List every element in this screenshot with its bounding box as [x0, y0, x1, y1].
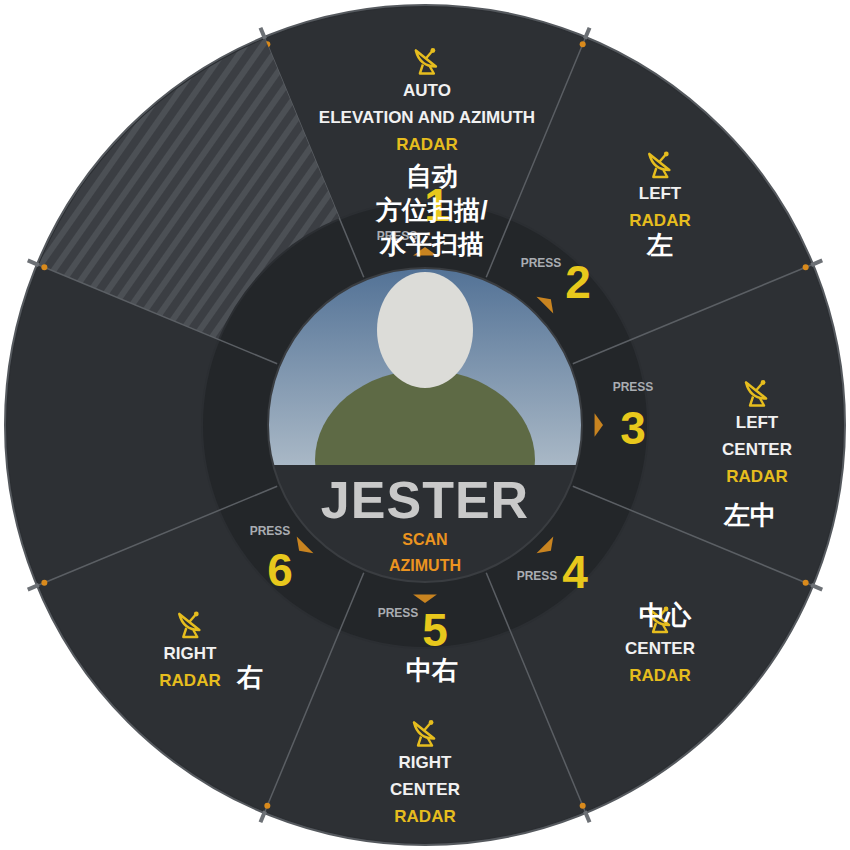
press-number: 2: [565, 259, 591, 305]
annotation-line: 右: [237, 660, 263, 694]
radar-option[interactable]: RIGHTCENTERRADAR: [390, 715, 460, 830]
mode-label: SCANAZIMUTH: [389, 527, 461, 579]
option-label: LEFT: [639, 180, 682, 207]
option-label: CENTER: [625, 635, 695, 662]
annotation-line: 方位扫描/: [376, 193, 487, 227]
option-label: RIGHT: [399, 749, 452, 776]
press-label: PRESS: [250, 522, 291, 540]
option-tag: RADAR: [394, 803, 455, 830]
annotation: 自动方位扫描/水平扫描: [376, 159, 487, 261]
option-tag: RADAR: [726, 463, 787, 490]
radar-dish-icon: [643, 146, 677, 180]
option-label: CENTER: [390, 776, 460, 803]
option-tag: RADAR: [396, 131, 457, 158]
option-label: AUTO: [403, 77, 451, 104]
radar-dish-icon: [173, 606, 207, 640]
press-label: PRESS: [378, 604, 419, 622]
annotation: 左中: [724, 498, 776, 532]
radar-option[interactable]: LEFTCENTERRADAR: [722, 375, 792, 490]
option-label: LEFT: [736, 409, 779, 436]
wheel-title: JESTER: [321, 474, 529, 526]
annotation: 右: [237, 660, 263, 694]
annotation-line: 水平扫描: [376, 227, 487, 261]
jester-wheel: AUTOELEVATION AND AZIMUTHRADAR自动方位扫描/水平扫…: [0, 0, 850, 850]
radar-dish-icon: [740, 375, 774, 409]
option-label: ELEVATION AND AZIMUTH: [319, 104, 535, 131]
annotation-line: 中心: [639, 598, 691, 632]
press-label: PRESS: [613, 378, 654, 396]
option-label: CENTER: [722, 436, 792, 463]
press-number: 6: [267, 547, 293, 593]
option-tag: RADAR: [629, 662, 690, 689]
press-number: 3: [620, 405, 646, 451]
annotation-line: 自动: [376, 159, 487, 193]
press-label: PRESS: [521, 254, 562, 272]
wheel-segment: [39, 39, 339, 339]
option-tag: RADAR: [159, 667, 220, 694]
annotation-line: 中右: [406, 653, 458, 687]
radar-option[interactable]: LEFTRADAR: [629, 146, 690, 234]
press-number: 4: [562, 549, 588, 595]
mode-line: AZIMUTH: [389, 553, 461, 579]
option-tag: RADAR: [629, 207, 690, 234]
press-number: 5: [422, 607, 448, 653]
annotation: 中心: [639, 598, 691, 632]
radar-option[interactable]: RIGHTRADAR: [159, 606, 220, 694]
wheel-background: [0, 0, 850, 850]
annotation: 左: [647, 228, 673, 262]
annotation-line: 左: [647, 228, 673, 262]
radar-dish-icon: [408, 715, 442, 749]
pilot-portrait: [260, 260, 590, 595]
option-label: RIGHT: [164, 640, 217, 667]
radar-option[interactable]: AUTOELEVATION AND AZIMUTHRADAR: [319, 43, 535, 158]
mode-line: SCAN: [389, 527, 461, 553]
radar-dish-icon: [410, 43, 444, 77]
annotation-line: 左中: [724, 498, 776, 532]
annotation: 中右: [406, 653, 458, 687]
press-label: PRESS: [517, 567, 558, 585]
